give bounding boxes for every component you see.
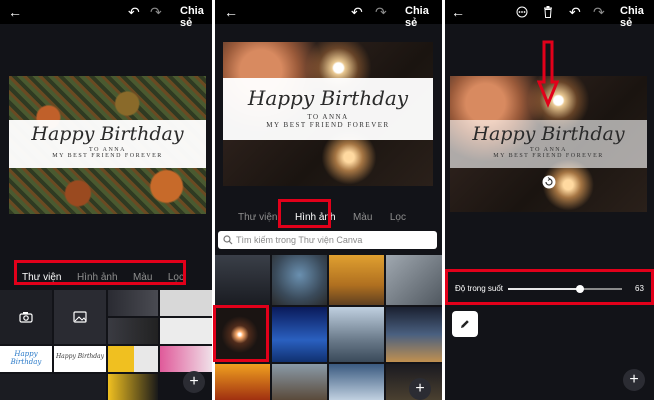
text-band[interactable]: Happy Birthday TO ANNA MY BEST FRIEND FO…: [223, 78, 433, 140]
template-thumb[interactable]: [0, 374, 106, 400]
undo-icon[interactable]: ↶: [351, 3, 363, 21]
top-toolbar: ← ↶ ↷ Chia sẻ: [0, 0, 212, 29]
card-title: Happy Birthday: [31, 123, 184, 145]
search-input[interactable]: Tìm kiếm trong Thư viện Canva: [218, 231, 437, 249]
card-title: Happy Birthday: [247, 86, 409, 110]
image-thumb[interactable]: [272, 255, 327, 305]
birthday-card-canvas[interactable]: Happy Birthday TO ANNA MY BEST FRIEND FO…: [223, 42, 433, 186]
transparency-slider-fill: [508, 288, 580, 290]
template-thumb[interactable]: [108, 374, 158, 400]
card-line2: MY BEST FRIEND FOREVER: [493, 153, 604, 159]
image-thumb[interactable]: [386, 255, 442, 305]
image-thumb[interactable]: [329, 307, 384, 362]
annotation-arrow-icon: [537, 40, 559, 108]
top-toolbar: ← ↶ ↷ Chia sẻ: [215, 0, 442, 29]
tab-filters[interactable]: Lọc: [390, 212, 406, 223]
template-thumb[interactable]: [108, 290, 158, 316]
editor-panel-library: ← ↶ ↷ Chia sẻ Happy Birthday TO ANNA MY …: [0, 0, 212, 400]
template-thumb[interactable]: [160, 346, 212, 372]
image-thumb[interactable]: [215, 255, 270, 305]
pencil-icon: [461, 320, 469, 328]
image-thumb[interactable]: [215, 364, 270, 400]
image-thumb[interactable]: [329, 364, 384, 400]
image-icon: [73, 311, 87, 323]
transparency-slider[interactable]: [508, 288, 622, 290]
template-thumb[interactable]: Happy Birthday: [0, 346, 52, 372]
text-band-transparent[interactable]: Happy Birthday TO ANNA MY BEST FRIEND FO…: [450, 120, 647, 168]
trash-icon[interactable]: [543, 6, 553, 18]
undo-icon[interactable]: ↶: [128, 3, 140, 21]
card-title: Happy Birthday: [472, 123, 625, 145]
image-thumb[interactable]: [386, 307, 442, 362]
transparency-value: 63: [635, 284, 644, 293]
thumb-title: Happy Birthday: [10, 350, 42, 366]
template-thumb[interactable]: [134, 346, 158, 372]
add-button[interactable]: +: [409, 378, 431, 400]
template-thumb[interactable]: Happy Birthday: [54, 346, 106, 372]
redo-icon[interactable]: ↷: [593, 3, 605, 21]
template-thumb[interactable]: [160, 318, 212, 344]
birthday-card-canvas[interactable]: Happy Birthday TO ANNA MY BEST FRIEND FO…: [9, 76, 206, 214]
transparency-label: Độ trong suốt: [455, 284, 504, 293]
tab-library[interactable]: Thư viện: [238, 212, 278, 223]
tab-bar: Thư viện Hình ảnh Màu Lọc: [22, 272, 184, 283]
sparkler-image-thumb[interactable]: [215, 307, 270, 362]
back-arrow-icon[interactable]: ←: [451, 3, 465, 21]
tab-library[interactable]: Thư viện: [22, 272, 62, 283]
template-thumb[interactable]: [108, 346, 134, 372]
add-button[interactable]: +: [623, 369, 645, 391]
redo-icon[interactable]: ↷: [150, 3, 162, 21]
template-thumb[interactable]: [108, 318, 158, 344]
tab-bar: Thư viện Hình ảnh Màu Lọc: [238, 212, 406, 223]
card-line2: MY BEST FRIEND FOREVER: [52, 153, 163, 159]
tab-filters[interactable]: Lọc: [168, 272, 184, 283]
back-arrow-icon[interactable]: ←: [224, 3, 238, 21]
share-button[interactable]: Chia sẻ: [405, 5, 442, 29]
edit-button[interactable]: [452, 311, 478, 337]
search-icon: [223, 235, 233, 245]
rotate-icon[interactable]: [542, 175, 556, 189]
share-button[interactable]: Chia sẻ: [620, 5, 654, 29]
card-line2: MY BEST FRIEND FOREVER: [266, 121, 390, 129]
tab-colors[interactable]: Màu: [133, 272, 152, 283]
top-toolbar: ← ↶ ↷ Chia sẻ: [445, 0, 654, 29]
card-line1: TO ANNA: [307, 113, 349, 121]
undo-icon[interactable]: ↶: [569, 3, 581, 21]
redo-icon[interactable]: ↷: [375, 3, 387, 21]
tab-images[interactable]: Hình ảnh: [77, 272, 118, 283]
camera-icon: [19, 312, 33, 323]
more-options-icon[interactable]: [516, 6, 528, 18]
gallery-tile[interactable]: [54, 290, 106, 344]
image-thumb[interactable]: [272, 307, 327, 362]
image-thumb[interactable]: [329, 255, 384, 305]
image-thumb[interactable]: [272, 364, 327, 400]
editor-panel-transparency: ← ↶ ↷ Chia sẻ Happy Birthday TO ANNA MY …: [445, 0, 654, 400]
add-button[interactable]: +: [183, 371, 205, 393]
template-thumb[interactable]: [160, 290, 212, 316]
share-button[interactable]: Chia sẻ: [180, 5, 212, 29]
tab-colors[interactable]: Màu: [353, 212, 372, 223]
tab-images[interactable]: Hình ảnh: [295, 212, 336, 223]
thumb-title: Happy Birthday: [55, 353, 105, 360]
search-placeholder: Tìm kiếm trong Thư viện Canva: [236, 235, 363, 245]
back-arrow-icon[interactable]: ←: [8, 3, 22, 21]
transparency-slider-knob[interactable]: [575, 285, 584, 293]
camera-tile[interactable]: [0, 290, 52, 344]
text-band[interactable]: Happy Birthday TO ANNA MY BEST FRIEND FO…: [9, 120, 206, 168]
